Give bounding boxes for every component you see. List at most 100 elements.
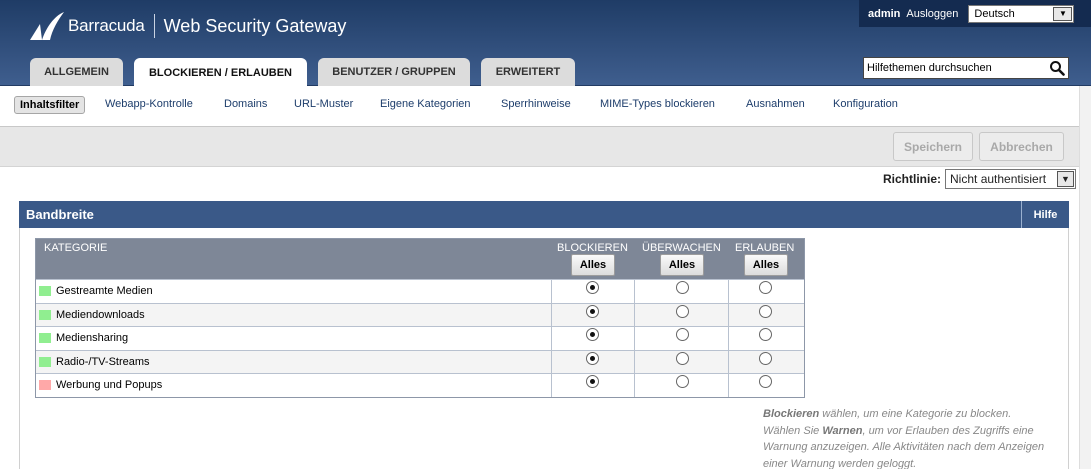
column-divider [551,327,552,350]
category-name: Mediendownloads [56,308,145,321]
column-divider [634,280,635,303]
help-text: Blockieren wählen, um eine Kategorie zu … [763,406,1063,469]
category-cell: Radio-/TV-Streams [39,356,150,368]
language-value: Deutsch [974,7,1015,20]
subnav-url-muster[interactable]: URL-Muster [294,98,353,110]
barracuda-fish-icon [30,12,64,40]
logo-divider [153,14,155,38]
block-radio[interactable] [586,328,599,341]
help-warn-prefix: Wählen Sie [763,424,823,437]
chevron-down-icon: ▼ [1053,6,1073,21]
save-button[interactable]: Speichern [893,132,973,161]
brand-name: Barracuda [68,16,145,35]
subnav-eigene-kategorien[interactable]: Eigene Kategorien [380,98,471,110]
column-divider [634,327,635,350]
column-header-block: BLOCKIEREN [557,242,628,254]
category-color-swatch [39,333,51,343]
allow-radio[interactable] [759,328,772,341]
help-block-word: Blockieren [763,408,820,420]
category-cell: Mediensharing [39,332,128,344]
tab-label: ALLGEMEIN [44,66,109,78]
column-divider [551,303,552,326]
column-divider [634,350,635,373]
category-name: Werbung und Popups [56,379,163,391]
monitor-radio[interactable] [676,281,689,294]
policy-value: Nicht authentisiert [950,172,1047,186]
allow-radio[interactable] [759,351,772,365]
action-bar: Speichern Abbrechen [0,127,1079,167]
help-warn-word: Warnen [822,424,863,437]
chevron-down-icon: ▼ [1057,171,1075,187]
subnav-domains[interactable]: Domains [224,98,267,110]
block-radio[interactable] [586,304,599,318]
column-divider [728,280,729,303]
column-divider [551,280,552,303]
monitor-radio[interactable] [676,328,689,341]
table-body: Gestreamte Medien Mediendownloads Mediensh… [36,279,804,397]
category-cell: Mediendownloads [39,309,145,321]
tab-erweitert[interactable]: ERWEITERT [481,58,575,86]
column-header-category: KATEGORIE [44,242,108,254]
section-header: Bandbreite Hilfe [19,201,1069,228]
scrollbar[interactable] [1079,86,1091,469]
help-link[interactable]: Hilfe [1021,201,1069,228]
subnav-sperrhinweise[interactable]: Sperrhinweise [501,98,571,110]
help-block-text: wählen, um eine Kategorie zu blocken. [819,408,1012,420]
monitor-radio[interactable] [676,351,689,365]
column-divider [728,374,729,397]
allow-radio[interactable] [759,281,772,294]
monitor-radio[interactable] [676,304,689,318]
allow-radio[interactable] [759,304,772,318]
policy-selector: Richtlinie: Nicht authentisiert ▼ [883,169,1077,189]
subnav-ausnahmen[interactable]: Ausnahmen [746,98,805,110]
language-select[interactable]: Deutsch ▼ [968,4,1075,23]
section-title: Bandbreite [26,207,94,222]
table-row: Mediendownloads [36,302,804,326]
monitor-all-button[interactable]: Alles [660,254,704,276]
help-search-input[interactable]: Hilfethemen durchsuchen [863,57,1069,79]
block-radio[interactable] [586,351,599,365]
policy-select[interactable]: Nicht authentisiert ▼ [945,169,1077,189]
category-color-swatch [39,309,51,320]
subnav-konfiguration[interactable]: Konfiguration [833,98,898,110]
monitor-radio[interactable] [676,375,689,388]
column-divider [728,327,729,350]
allow-radio[interactable] [759,375,772,388]
tab-blockieren-erlauben[interactable]: BLOCKIEREN / ERLAUBEN [134,58,307,87]
column-divider [551,374,552,397]
tab-allgemein[interactable]: ALLGEMEIN [30,58,123,86]
tab-label: BLOCKIEREN / ERLAUBEN [148,66,292,79]
subnav-inhaltsfilter[interactable]: Inhaltsfilter [14,96,86,114]
search-icon[interactable] [1049,60,1065,76]
category-name: Gestreamte Medien [56,285,153,297]
user-bar: admin Ausloggen Deutsch ▼ [859,0,1091,27]
column-header-monitor: ÜBERWACHEN [642,242,721,254]
table-row: Mediensharing [36,326,804,350]
block-all-button[interactable]: Alles [571,254,615,276]
subnav-mime-types[interactable]: MIME-Types blockieren [600,98,715,110]
block-radio[interactable] [586,281,599,294]
tab-label: BENUTZER / GRUPPEN [332,66,456,78]
category-color-swatch [39,380,51,390]
column-divider [728,350,729,373]
tab-label: ERWEITERT [495,66,561,78]
header: Barracuda Web Security Gateway admin Aus… [0,0,1091,87]
category-color-swatch [39,356,51,367]
category-table: KATEGORIE BLOCKIEREN ÜBERWACHEN ERLAUBEN… [35,238,805,398]
search-value: Hilfethemen durchsuchen [867,62,992,74]
table-header: KATEGORIE BLOCKIEREN ÜBERWACHEN ERLAUBEN… [36,239,804,279]
category-name: Mediensharing [56,332,129,344]
username: admin [868,7,901,20]
category-cell: Werbung und Popups [39,379,162,391]
allow-all-button[interactable]: Alles [744,254,788,276]
tab-benutzer-gruppen[interactable]: BENUTZER / GRUPPEN [318,58,470,86]
column-divider [634,374,635,397]
cancel-button[interactable]: Abbrechen [979,132,1064,161]
product-name: Web Security Gateway [163,15,347,36]
column-header-allow: ERLAUBEN [735,242,795,254]
subnav-webapp-kontrolle[interactable]: Webapp-Kontrolle [105,98,193,110]
block-radio[interactable] [586,375,599,388]
column-divider [728,303,729,326]
logout-link[interactable]: Ausloggen [906,8,958,20]
category-color-swatch [39,286,51,296]
